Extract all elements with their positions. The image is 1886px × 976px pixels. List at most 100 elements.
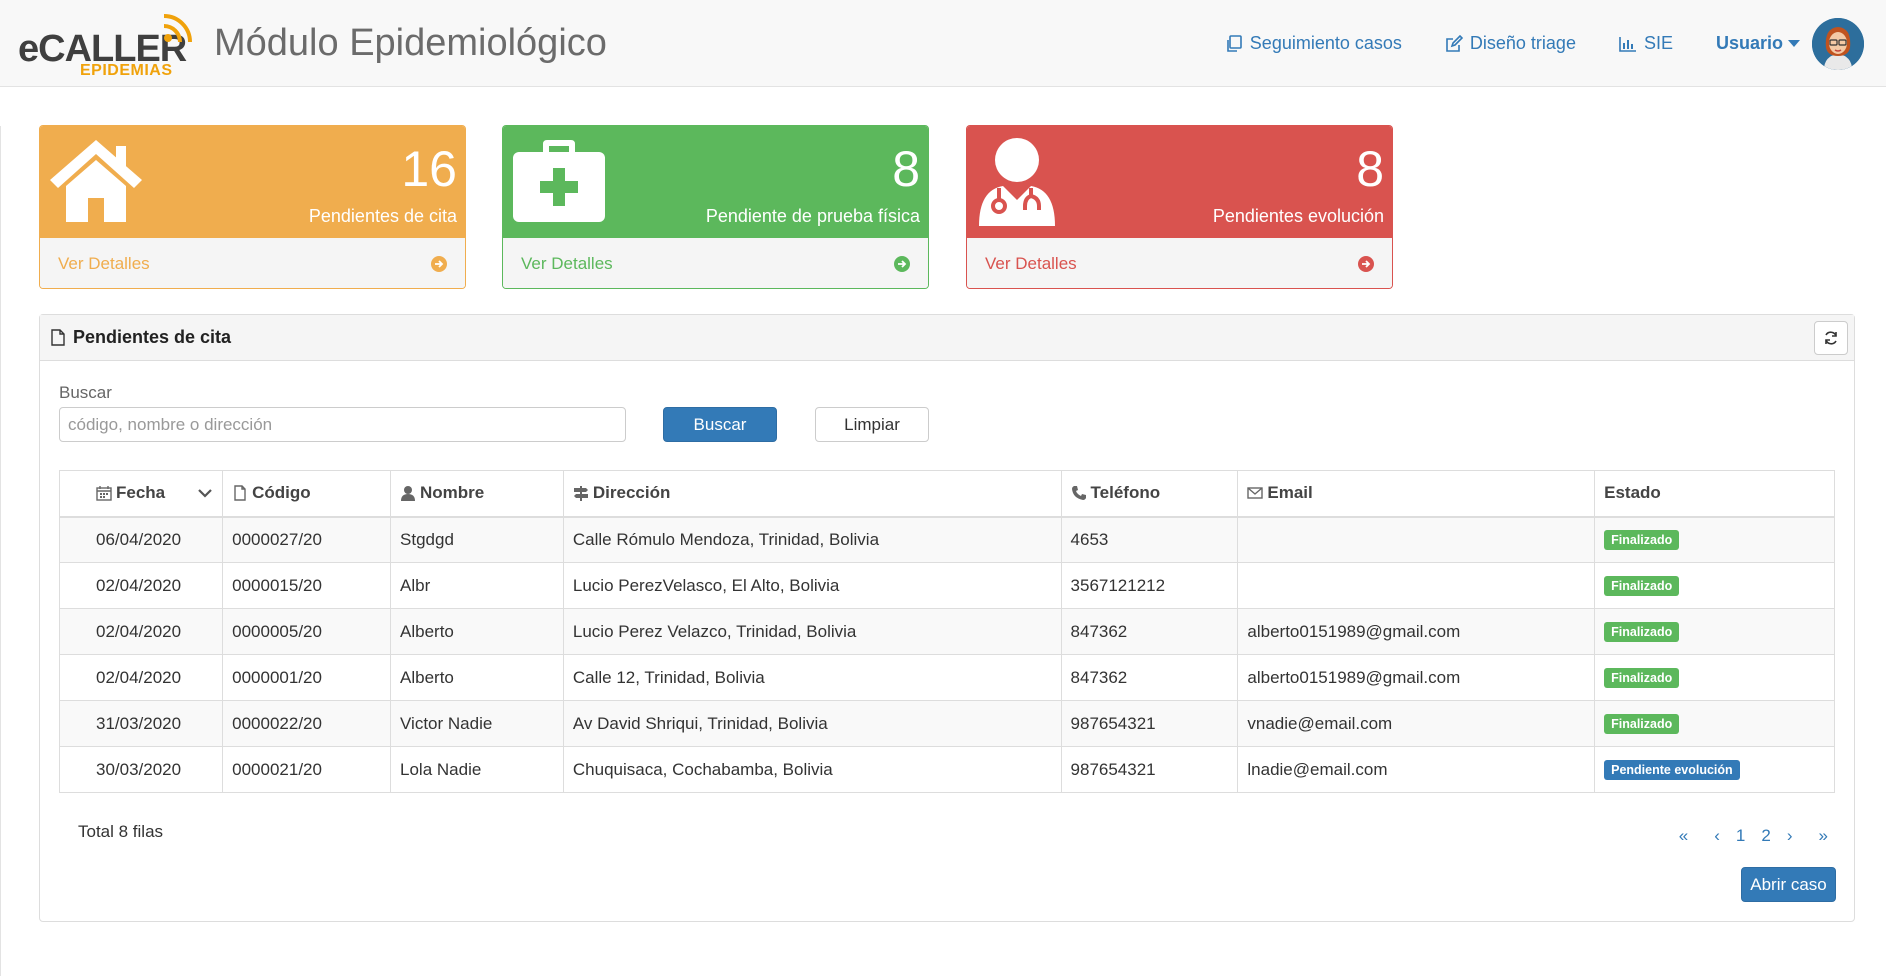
cell-direccion: Lucio PerezVelasco, El Alto, Bolivia xyxy=(562,562,1062,609)
bar-chart-icon xyxy=(1619,36,1636,52)
pager-last[interactable]: » xyxy=(1811,826,1836,846)
stat-count: 8 xyxy=(1356,141,1384,197)
ecaller-logo[interactable]: eCALLER EPIDEMIAS xyxy=(18,8,200,80)
cell-telefono: 987654321 xyxy=(1060,746,1239,793)
status-badge: Pendiente evolución xyxy=(1604,760,1740,780)
cell-fecha: 02/04/2020 xyxy=(58,608,224,655)
arrow-circle-right-icon xyxy=(894,256,910,272)
col-codigo[interactable]: Código xyxy=(222,470,392,518)
table-row[interactable]: 30/03/2020 0000021/20 Lola Nadie Chuquisaca… xyxy=(58,746,1835,793)
refresh-button[interactable] xyxy=(1814,321,1848,355)
table-row[interactable]: 02/04/2020 0000001/20 Alberto Calle 12, Tri… xyxy=(58,654,1835,701)
chevron-down-icon xyxy=(198,489,212,498)
cell-nombre: Stgdgd xyxy=(390,516,564,563)
cell-email xyxy=(1237,516,1596,563)
medkit-icon xyxy=(513,140,605,222)
pager-first[interactable]: « xyxy=(1671,826,1696,846)
ver-detalles-link[interactable]: Ver Detalles xyxy=(503,237,928,288)
cell-estado: Pendiente evolución xyxy=(1594,746,1835,793)
pager-page-1[interactable]: 1 xyxy=(1728,826,1753,846)
ver-detalles-link[interactable]: Ver Detalles xyxy=(967,237,1392,288)
pager-next[interactable]: › xyxy=(1779,826,1801,846)
avatar[interactable] xyxy=(1812,17,1864,70)
nav-sie[interactable]: SIE xyxy=(1619,33,1673,54)
stat-pendiente-prueba: 8 Pendiente de prueba física Ver Detalle… xyxy=(502,125,929,289)
cell-fecha: 31/03/2020 xyxy=(58,700,224,747)
abrir-caso-button[interactable]: Abrir caso xyxy=(1741,867,1836,902)
cell-codigo: 0000021/20 xyxy=(222,746,392,793)
envelope-icon xyxy=(1247,487,1264,499)
col-direccion[interactable]: Dirección xyxy=(562,470,1062,518)
cases-table-body: 06/04/2020 0000027/20 Stgdgd Calle Rómulo M… xyxy=(58,516,1835,793)
col-estado[interactable]: Estado xyxy=(1594,470,1835,518)
copy-icon xyxy=(1226,34,1242,52)
stat-head: 8 Pendiente de prueba física xyxy=(503,126,928,237)
pager-page-2[interactable]: 2 xyxy=(1753,826,1778,846)
col-fecha-label: Fecha xyxy=(116,483,166,503)
buscar-button[interactable]: Buscar xyxy=(663,407,777,442)
nav-seguimiento-label: Seguimiento casos xyxy=(1249,33,1402,53)
panel-title: Pendientes de cita xyxy=(73,327,232,347)
ver-detalles-label: Ver Detalles xyxy=(521,254,613,273)
limpiar-button[interactable]: Limpiar xyxy=(815,407,929,442)
signpost-icon xyxy=(573,486,588,502)
logo-sub-text: EPIDEMIAS xyxy=(80,62,173,79)
cell-codigo: 0000027/20 xyxy=(222,516,392,563)
stat-label: Pendientes evolución xyxy=(1212,206,1384,226)
nav-diseno-triage[interactable]: Diseño triage xyxy=(1445,33,1576,54)
refresh-icon xyxy=(1825,331,1837,345)
cell-email: lnadie@email.com xyxy=(1237,746,1596,793)
col-fecha[interactable]: Fecha xyxy=(58,470,224,518)
nav-diseno-label: Diseño triage xyxy=(1469,33,1576,53)
table-row[interactable]: 02/04/2020 0000015/20 Albr Lucio PerezVelas… xyxy=(58,562,1835,609)
cell-telefono: 847362 xyxy=(1060,654,1239,701)
status-badge: Finalizado xyxy=(1604,622,1680,642)
col-email-label: Email xyxy=(1267,483,1313,503)
stat-count: 8 xyxy=(892,141,920,197)
calendar-icon xyxy=(96,486,112,501)
file-icon xyxy=(234,485,246,501)
cell-email: vnadie@email.com xyxy=(1237,700,1596,747)
user-menu-label: Usuario xyxy=(1715,33,1783,53)
arrow-circle-right-icon xyxy=(1358,256,1374,272)
cell-email: alberto0151989@gmail.com xyxy=(1237,608,1596,655)
stat-count: 16 xyxy=(401,141,457,197)
status-badge: Finalizado xyxy=(1604,668,1680,688)
table-row[interactable]: 06/04/2020 0000027/20 Stgdgd Calle Rómulo M… xyxy=(58,516,1835,563)
table-row[interactable]: 31/03/2020 0000022/20 Victor Nadie Av David… xyxy=(58,700,1835,747)
cell-estado: Finalizado xyxy=(1594,608,1835,655)
pager-prev[interactable]: ‹ xyxy=(1706,826,1728,846)
home-icon xyxy=(50,140,142,222)
cell-telefono: 847362 xyxy=(1060,608,1239,655)
cell-nombre: Victor Nadie xyxy=(390,700,564,747)
ver-detalles-link[interactable]: Ver Detalles xyxy=(40,237,465,288)
col-nombre-label: Nombre xyxy=(420,483,485,503)
stat-label: Pendiente de prueba física xyxy=(705,206,920,226)
status-badge: Finalizado xyxy=(1604,576,1680,596)
table-row[interactable]: 02/04/2020 0000005/20 Alberto Lucio Perez V… xyxy=(58,608,1835,655)
col-nombre[interactable]: Nombre xyxy=(390,470,564,518)
col-estado-label: Estado xyxy=(1604,483,1661,503)
status-badge: Finalizado xyxy=(1604,530,1680,551)
nav-seguimiento-casos[interactable]: Seguimiento casos xyxy=(1225,33,1402,54)
col-telefono-label: Teléfono xyxy=(1090,483,1161,503)
cell-direccion: Lucio Perez Velazco, Trinidad, Bolivia xyxy=(562,608,1062,655)
cell-estado: Finalizado xyxy=(1594,700,1835,747)
user-menu[interactable]: Usuario xyxy=(1716,33,1806,54)
cell-codigo: 0000015/20 xyxy=(222,562,392,609)
col-telefono[interactable]: Teléfono xyxy=(1060,470,1239,518)
col-email[interactable]: Email xyxy=(1237,470,1596,518)
cell-estado: Finalizado xyxy=(1594,516,1835,563)
arrow-circle-right-icon xyxy=(431,256,447,272)
stat-label: Pendientes de cita xyxy=(308,206,457,226)
pendientes-panel: Pendientes de cita Buscar Buscar Limpiar… xyxy=(39,314,1855,922)
stat-pendientes-evolucion: 8 Pendientes evolución Ver Detalles xyxy=(966,125,1393,289)
search-label: Buscar xyxy=(59,383,112,402)
cell-direccion: Calle 12, Trinidad, Bolivia xyxy=(562,654,1062,701)
cell-direccion: Chuquisaca, Cochabamba, Bolivia xyxy=(562,746,1062,793)
search-input[interactable] xyxy=(59,407,626,442)
user-md-icon xyxy=(979,138,1055,226)
ver-detalles-label: Ver Detalles xyxy=(58,254,150,273)
cell-fecha: 02/04/2020 xyxy=(58,562,224,609)
cell-estado: Finalizado xyxy=(1594,654,1835,701)
